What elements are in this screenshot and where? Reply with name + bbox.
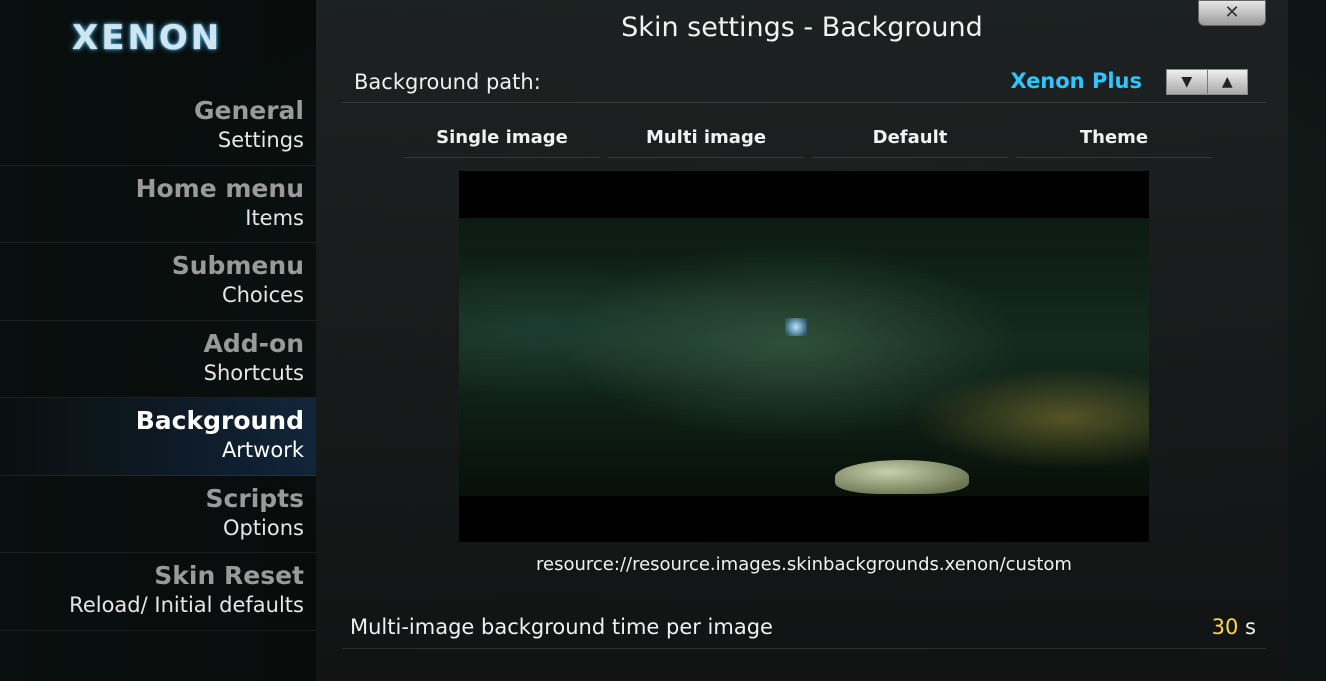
sidebar-item-subtitle: Shortcuts — [203, 360, 304, 385]
sidebar-item-background[interactable]: Background Artwork — [0, 398, 316, 476]
background-path-row[interactable]: Background path: Xenon Plus ▼ ▲ — [342, 64, 1266, 103]
multi-image-time-label: Multi-image background time per image — [350, 615, 773, 639]
background-preview — [459, 171, 1149, 542]
tab-theme[interactable]: Theme — [1016, 124, 1212, 158]
preview-pillow — [835, 460, 969, 494]
multi-image-time-value: 30 s — [1212, 615, 1256, 639]
multi-image-time-number: 30 — [1211, 615, 1239, 639]
background-path-value: Xenon Plus — [1010, 69, 1142, 93]
tab-default[interactable]: Default — [812, 124, 1008, 158]
background-type-tabs: Single image Multi image Default Theme — [404, 124, 1212, 158]
background-path-label: Background path: — [354, 70, 541, 94]
sidebar-item-subtitle: Artwork — [221, 438, 304, 462]
multi-image-time-unit: s — [1245, 615, 1256, 639]
sidebar-item-title: Skin Reset — [154, 561, 304, 590]
multi-image-time-row[interactable]: Multi-image background time per image 30… — [342, 608, 1266, 649]
tab-multi-image[interactable]: Multi image — [608, 124, 804, 158]
sidebar: XENON General Settings Home menu Items S… — [0, 0, 316, 681]
sidebar-item-scripts[interactable]: Scripts Options — [0, 476, 316, 553]
sidebar-menu: General Settings Home menu Items Submenu… — [0, 88, 316, 631]
sidebar-item-subtitle: Choices — [221, 283, 304, 307]
preview-image — [459, 218, 1149, 496]
sidebar-item-subtitle: Reload/ Initial defaults — [69, 593, 304, 617]
sidebar-item-title: General — [194, 96, 304, 125]
spinner-up-icon[interactable]: ▲ — [1208, 70, 1248, 94]
sidebar-item-add-on[interactable]: Add-on Shortcuts — [0, 321, 316, 398]
sidebar-item-title: Add-on — [203, 328, 305, 358]
preview-path-caption: resource://resource.images.skinbackgroun… — [536, 554, 1072, 575]
sidebar-item-title: Scripts — [205, 483, 304, 513]
background-path-spinner: ▼ ▲ — [1166, 69, 1248, 95]
sidebar-item-skin-reset[interactable]: Skin Reset Reload/ Initial defaults — [0, 553, 316, 631]
sidebar-item-subtitle: Settings — [217, 128, 304, 152]
sidebar-item-subtitle: Items — [245, 205, 304, 230]
sidebar-item-submenu[interactable]: Submenu Choices — [0, 243, 316, 321]
sidebar-item-general[interactable]: General Settings — [0, 88, 316, 166]
sidebar-item-home-menu[interactable]: Home menu Items — [0, 166, 316, 243]
spinner-down-icon[interactable]: ▼ — [1167, 70, 1208, 94]
dialog-title: Skin settings - Background — [621, 12, 983, 43]
xenon-logo: XENON — [72, 18, 223, 58]
sidebar-item-title: Home menu — [135, 173, 304, 203]
preview-monitor-glow — [785, 318, 807, 336]
tab-single-image[interactable]: Single image — [404, 124, 600, 158]
sidebar-item-title: Background — [135, 406, 304, 435]
sidebar-item-subtitle: Options — [222, 515, 304, 540]
sidebar-item-title: Submenu — [171, 251, 304, 280]
